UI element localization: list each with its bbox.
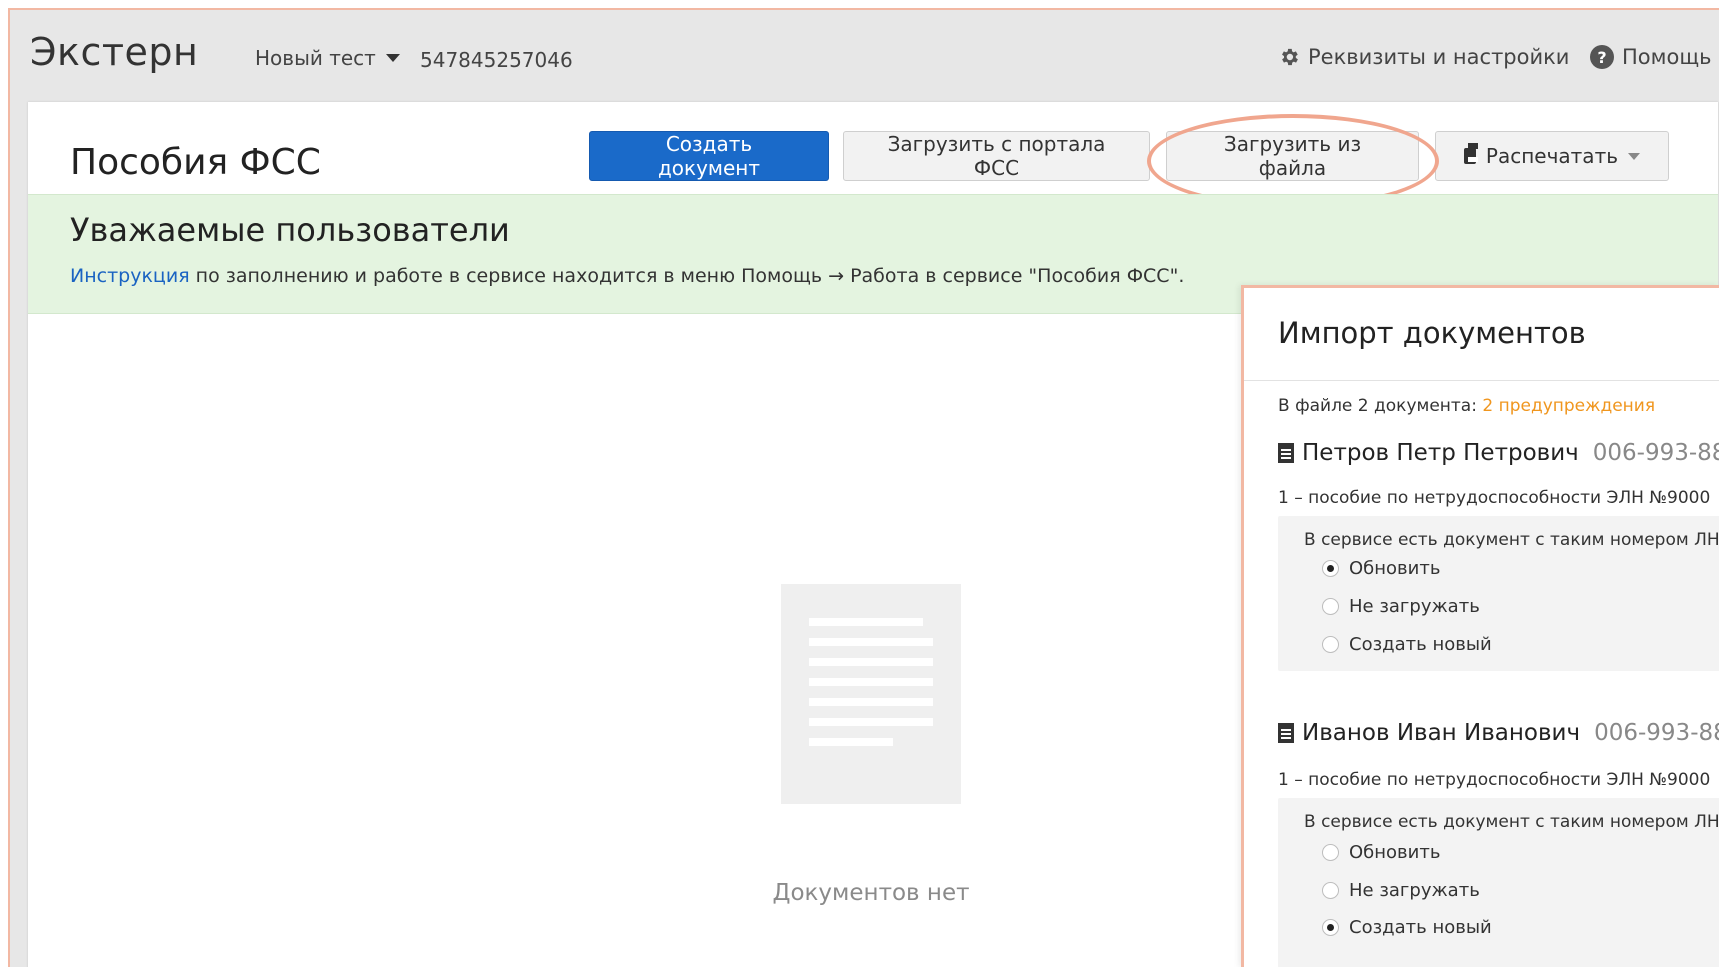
- radio-button[interactable]: [1322, 882, 1339, 899]
- import-panel-title: Импорт документов: [1278, 316, 1586, 350]
- radio-button[interactable]: [1322, 919, 1339, 936]
- chevron-down-icon: [1628, 152, 1640, 160]
- benefit-description: 1 – пособие по нетрудоспособности ЭЛН №9…: [1278, 770, 1711, 790]
- option-create-new[interactable]: Создать новый: [1322, 634, 1492, 655]
- org-selector[interactable]: Новый тест: [255, 46, 400, 70]
- import-document-2: Иванов Иван Иванович 006-993-88: [1278, 720, 1719, 746]
- panel-divider: [1244, 380, 1719, 381]
- printer-icon: [1464, 143, 1478, 164]
- option-skip[interactable]: Не загружать: [1322, 596, 1480, 617]
- print-button[interactable]: Распечатать: [1435, 131, 1669, 181]
- person-name: Петров Петр Петрович: [1302, 440, 1579, 466]
- radio-button[interactable]: [1322, 636, 1339, 653]
- empty-state-text: Документов нет: [772, 880, 970, 906]
- create-document-button[interactable]: Создать документ: [589, 131, 829, 181]
- person-snils: 006-993-884: [1592, 440, 1719, 466]
- conflict-box: В сервисе есть документ с таким номером …: [1278, 516, 1719, 671]
- settings-label: Реквизиты и настройки: [1308, 45, 1570, 69]
- person-name: Иванов Иван Иванович: [1302, 720, 1581, 746]
- print-label: Распечатать: [1485, 144, 1618, 168]
- option-label: Обновить: [1349, 558, 1441, 579]
- load-from-file-button[interactable]: Загрузить из файла: [1166, 131, 1419, 181]
- load-from-fss-portal-button[interactable]: Загрузить с портала ФСС: [843, 131, 1150, 181]
- org-inn: 547845257046: [420, 48, 573, 72]
- radio-button[interactable]: [1322, 844, 1339, 861]
- import-documents-panel: Импорт документов В файле 2 документа: 2…: [1241, 285, 1719, 967]
- notice-title: Уважаемые пользователи: [70, 211, 510, 249]
- help-icon: ?: [1590, 45, 1614, 69]
- app-header: Экстерн Новый тест 547845257046 Реквизит…: [10, 10, 1719, 100]
- page-title: Пособия ФСС: [70, 142, 321, 183]
- help-label: Помощь: [1622, 45, 1712, 69]
- option-create-new[interactable]: Создать новый: [1322, 917, 1492, 938]
- gear-icon: [1282, 48, 1298, 66]
- warnings-link[interactable]: 2 предупреждения: [1482, 396, 1655, 416]
- conflict-text: В сервисе есть документ с таким номером …: [1304, 812, 1719, 832]
- notice-text: Инструкция по заполнению и работе в серв…: [70, 265, 1184, 287]
- summary-prefix: В файле 2 документа:: [1278, 396, 1483, 416]
- settings-link[interactable]: Реквизиты и настройки: [1278, 45, 1569, 69]
- app-logo[interactable]: Экстерн: [30, 30, 198, 74]
- import-summary: В файле 2 документа: 2 предупреждения: [1278, 396, 1655, 416]
- chevron-down-icon: [385, 54, 400, 62]
- notice-body: по заполнению и работе в сервисе находит…: [189, 265, 1185, 287]
- conflict-text: В сервисе есть документ с таким номером …: [1304, 530, 1719, 550]
- radio-button[interactable]: [1322, 598, 1339, 615]
- option-label: Не загружать: [1349, 880, 1480, 901]
- option-label: Создать новый: [1349, 634, 1492, 655]
- option-label: Не загружать: [1349, 596, 1480, 617]
- conflict-box: В сервисе есть документ с таким номером …: [1278, 798, 1719, 967]
- option-label: Обновить: [1349, 842, 1441, 863]
- document-icon: [1278, 723, 1294, 743]
- import-document-1: Петров Петр Петрович 006-993-884: [1278, 440, 1719, 466]
- benefit-description: 1 – пособие по нетрудоспособности ЭЛН №9…: [1278, 488, 1711, 508]
- option-skip[interactable]: Не загружать: [1322, 880, 1480, 901]
- option-update[interactable]: Обновить: [1322, 558, 1440, 579]
- empty-document-icon: [781, 584, 961, 804]
- org-name: Новый тест: [255, 46, 376, 70]
- help-link[interactable]: ? Помощь: [1590, 45, 1712, 69]
- option-label: Создать новый: [1349, 917, 1492, 938]
- instruction-link[interactable]: Инструкция: [70, 265, 190, 287]
- document-icon: [1278, 443, 1294, 463]
- person-snils: 006-993-88: [1594, 720, 1719, 746]
- radio-button[interactable]: [1322, 560, 1339, 577]
- option-update[interactable]: Обновить: [1322, 842, 1440, 863]
